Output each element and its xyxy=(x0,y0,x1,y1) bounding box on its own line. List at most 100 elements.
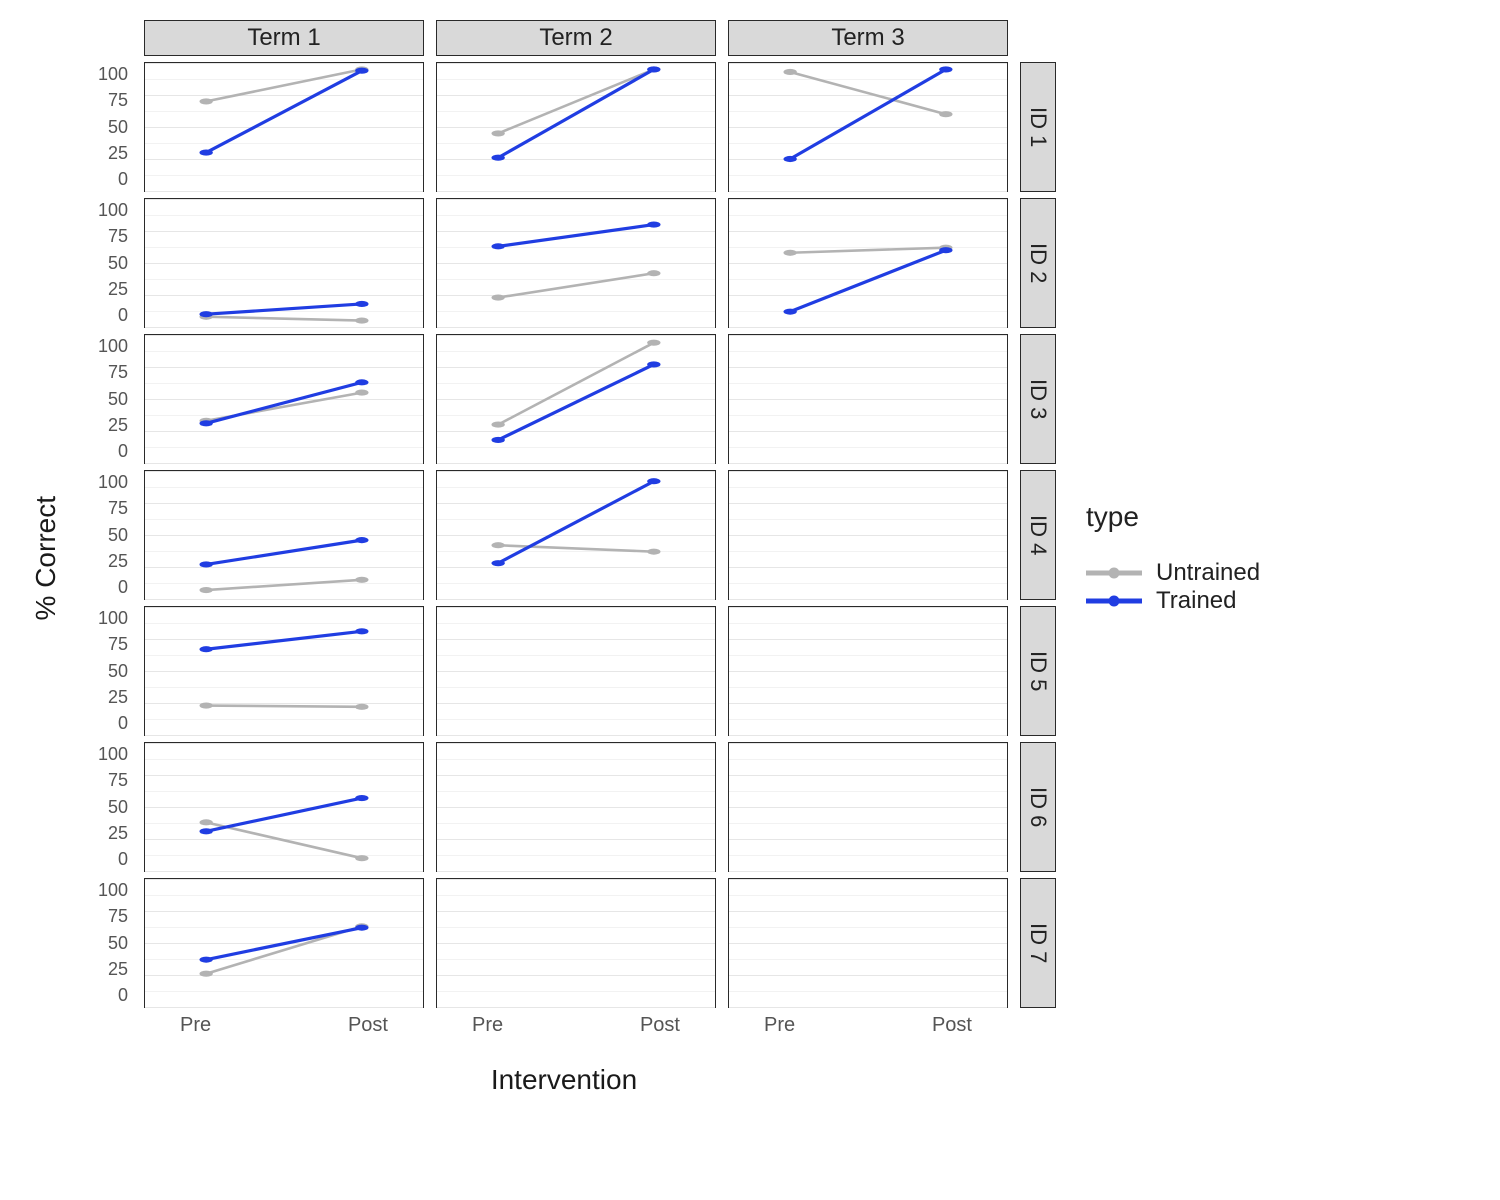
panel xyxy=(728,742,1008,872)
y-tick-label: 50 xyxy=(108,525,128,546)
col-strip-label: Term 3 xyxy=(831,24,904,52)
y-tick-label: 25 xyxy=(108,823,128,844)
row-strip-7: ID 7 xyxy=(1020,878,1056,1008)
col-strip-3: Term 3 xyxy=(728,20,1008,56)
legend-item-trained: Trained xyxy=(1086,587,1260,615)
y-tick-label: 100 xyxy=(98,64,128,85)
row-strip-label: ID 5 xyxy=(1025,651,1051,691)
panel-inner xyxy=(729,743,1007,871)
y-tick-label: 100 xyxy=(98,880,128,901)
panel xyxy=(144,878,424,1008)
panel-inner xyxy=(145,335,423,463)
panel-inner xyxy=(729,63,1007,191)
panel xyxy=(144,742,424,872)
legend-label: Untrained xyxy=(1156,559,1260,587)
x-ticks: PrePost xyxy=(436,1014,716,1050)
panel-inner xyxy=(729,199,1007,327)
panel xyxy=(436,878,716,1008)
y-tick-label: 75 xyxy=(108,634,128,655)
panel xyxy=(436,606,716,736)
y-tick-label: 50 xyxy=(108,797,128,818)
panel xyxy=(144,606,424,736)
y-tick-label: 0 xyxy=(118,849,128,870)
panel-inner xyxy=(437,471,715,599)
x-tick-label: Pre xyxy=(180,1014,211,1050)
col-strip-label: Term 2 xyxy=(539,24,612,52)
row-strip-label: ID 4 xyxy=(1025,515,1051,555)
y-tick-label: 0 xyxy=(118,713,128,734)
row-strip-3: ID 3 xyxy=(1020,334,1056,464)
row-strip-label: ID 7 xyxy=(1025,923,1051,963)
panel xyxy=(728,334,1008,464)
panel xyxy=(144,62,424,192)
y-tick-label: 100 xyxy=(98,608,128,629)
x-axis-title: Intervention xyxy=(72,1050,1056,1096)
panel-inner xyxy=(729,335,1007,463)
x-tick-label: Pre xyxy=(764,1014,795,1050)
facet-grid: Term 1Term 2Term 31007550250ID 110075502… xyxy=(72,20,1056,1050)
panel xyxy=(728,470,1008,600)
panel-inner xyxy=(437,743,715,871)
panel-inner xyxy=(145,471,423,599)
panel-inner xyxy=(145,63,423,191)
panel xyxy=(436,62,716,192)
chart-container: % Correct Term 1 Term 2 Term 3 100 75 50 25 0 ID… xyxy=(20,20,1480,1096)
y-tick-label: 100 xyxy=(98,336,128,357)
x-tick-label: Post xyxy=(348,1014,388,1050)
corner-blank xyxy=(1020,1014,1056,1050)
y-tick-label: 75 xyxy=(108,770,128,791)
y-axis-title: % Correct xyxy=(20,496,72,620)
y-tick-label: 100 xyxy=(98,744,128,765)
y-tick-label: 75 xyxy=(108,90,128,111)
y-tick-label: 75 xyxy=(108,906,128,927)
y-tick-label: 25 xyxy=(108,687,128,708)
legend-title: type xyxy=(1086,501,1260,533)
col-strip-1: Term 1 xyxy=(144,20,424,56)
row-strip-2: ID 2 xyxy=(1020,198,1056,328)
y-ticks: 100 75 50 25 0 xyxy=(72,742,132,872)
legend-swatch xyxy=(1086,587,1142,615)
y-tick-label: 75 xyxy=(108,362,128,383)
panel xyxy=(728,62,1008,192)
panel xyxy=(728,606,1008,736)
panel-inner xyxy=(437,879,715,1007)
panel-inner xyxy=(145,607,423,735)
y-ticks: 1007550250 xyxy=(72,334,132,464)
legend-swatch xyxy=(1086,559,1142,587)
panel xyxy=(436,742,716,872)
y-tick-label: 0 xyxy=(118,985,128,1006)
y-tick-label: 0 xyxy=(118,441,128,462)
row-strip-label: ID 2 xyxy=(1025,243,1051,283)
panel-inner xyxy=(729,471,1007,599)
row-strip-4: ID 4 xyxy=(1020,470,1056,600)
panel xyxy=(728,878,1008,1008)
row-strip-label: ID 3 xyxy=(1025,379,1051,419)
panel xyxy=(436,470,716,600)
y-tick-label: 100 xyxy=(98,472,128,493)
panel-inner xyxy=(145,743,423,871)
panel-inner xyxy=(437,607,715,735)
y-tick-label: 0 xyxy=(118,577,128,598)
legend: type UntrainedTrained xyxy=(1086,501,1260,615)
row-strip-5: ID 5 xyxy=(1020,606,1056,736)
x-ticks: Pre Post xyxy=(144,1014,424,1050)
y-ticks: 1007550250 xyxy=(72,878,132,1008)
corner-blank xyxy=(72,1014,132,1050)
panel-inner xyxy=(437,199,715,327)
y-tick-label: 50 xyxy=(108,661,128,682)
y-tick-label: 25 xyxy=(108,415,128,436)
panel-inner xyxy=(437,335,715,463)
y-tick-label: 25 xyxy=(108,959,128,980)
col-strip-label: Term 1 xyxy=(247,24,320,52)
panel-inner xyxy=(145,879,423,1007)
x-tick-label: Post xyxy=(640,1014,680,1050)
chart-body: % Correct Term 1 Term 2 Term 3 100 75 50 25 0 ID… xyxy=(20,20,1056,1096)
panel-inner xyxy=(145,199,423,327)
panel xyxy=(728,198,1008,328)
corner-blank xyxy=(72,20,132,56)
y-tick-label: 25 xyxy=(108,143,128,164)
y-ticks: 1007550250 xyxy=(72,62,132,192)
panel xyxy=(144,334,424,464)
col-strip-2: Term 2 xyxy=(436,20,716,56)
x-tick-label: Post xyxy=(932,1014,972,1050)
